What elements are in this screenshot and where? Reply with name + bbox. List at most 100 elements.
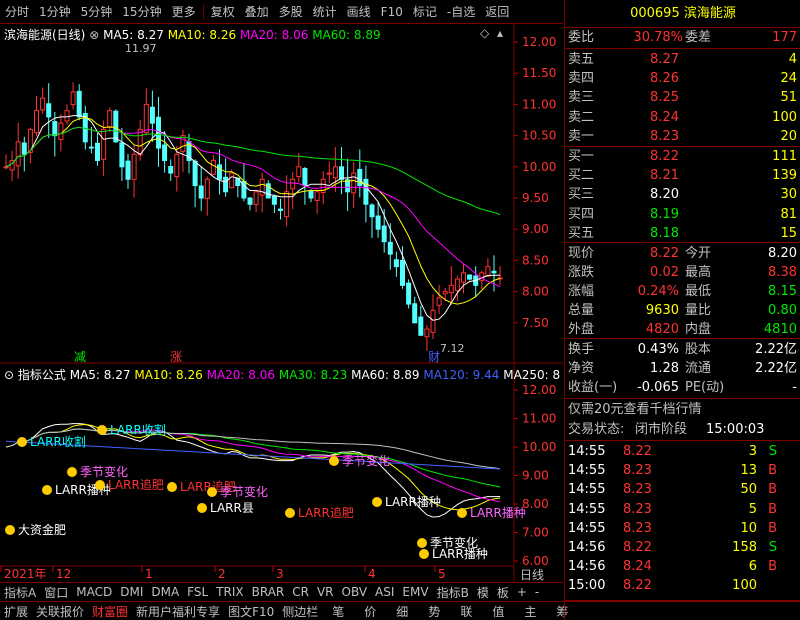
indicator-tab[interactable]: VR (313, 585, 338, 599)
event-marker: 财 (428, 350, 440, 364)
toolbar-item[interactable]: 1分钟 (34, 0, 76, 24)
toolbar-item[interactable]: 画线 (342, 0, 376, 24)
toolbar-item[interactable]: 返回 (480, 0, 514, 24)
signal-icon (95, 480, 105, 490)
candle-body (406, 282, 412, 305)
buys-row[interactable]: 买一 8.22 111 (565, 147, 800, 166)
toolbar-item[interactable]: 叠加 (240, 0, 274, 24)
toolbar-item[interactable]: 分时 (0, 0, 34, 24)
ind-arrow-icon[interactable]: ⊙ (4, 368, 14, 382)
kline-chart[interactable]: 12.00 11.50 11.00 10.50 10.00 9.50 9.00 8.50 8.0… (0, 24, 563, 364)
toolbar-item[interactable]: 标记 (408, 0, 442, 24)
candle-body (180, 135, 186, 152)
status-item[interactable]: 势 (418, 603, 450, 620)
status-item[interactable]: 值 (482, 603, 514, 620)
status-item[interactable]: 扩展 (0, 603, 32, 620)
chevron-icon[interactable]: ▴ (497, 26, 503, 40)
toolbar-item[interactable]: 5分钟 (76, 0, 118, 24)
diamond-icon[interactable]: ◇ (480, 26, 489, 40)
toolbar-item[interactable]: 多股 (274, 0, 308, 24)
stat2-label: 流通 (685, 361, 712, 376)
stat-row: 涨跌 0.02 最高 8.38 (565, 263, 800, 282)
ind-ma5: MA5: 8.27 (69, 368, 131, 382)
indicator-tab[interactable]: 窗口 (40, 584, 72, 601)
stat2-value: 0.43% (637, 342, 679, 357)
tick-row: 14:55 8.23 10 B (565, 519, 800, 538)
promo-text[interactable]: 仅需20元查看千档行情 (568, 400, 702, 419)
sells-row[interactable]: 卖一 8.23 20 (565, 127, 800, 146)
status-item[interactable]: 财富圈 (88, 603, 132, 620)
low-label: 7.12 (440, 342, 465, 355)
close-icon[interactable]: ⊗ (89, 28, 99, 42)
toolbar-item[interactable]: 15分钟 (117, 0, 166, 24)
candle-body (15, 141, 21, 167)
tick-side: S (768, 540, 777, 555)
sells-label: 卖四 (568, 71, 595, 87)
indicator-tab[interactable]: OBV (338, 585, 372, 599)
indicator-tab[interactable]: FSL (183, 585, 212, 599)
indicator-tab[interactable]: TRIX (212, 585, 247, 599)
ind-y-tick-label: 7.00 (522, 526, 549, 540)
toolbar-item[interactable]: 复权 (206, 0, 240, 24)
indicator-tab[interactable]: 板 (493, 584, 513, 601)
indicator-chart[interactable]: 12.0011.0010.009.008.007.006.00LARR收割LAR… (0, 364, 563, 582)
buys-label: 买三 (568, 187, 595, 203)
candle-body (448, 284, 454, 294)
signal-icon (67, 467, 77, 477)
buys-row[interactable]: 买四 8.19 81 (565, 205, 800, 224)
stat2-label: PE(动) (685, 380, 725, 395)
toolbar-item[interactable]: 更多 (167, 0, 201, 24)
stat2-label: 股本 (685, 342, 712, 357)
indicator-tab[interactable]: ASI (371, 585, 398, 599)
tick-side: B (768, 463, 777, 479)
status-item[interactable]: 图文F10 (224, 603, 278, 620)
ma20-label: MA20: 8.06 (239, 28, 309, 42)
indicator-tab[interactable]: CR (288, 585, 313, 599)
candle-body (119, 142, 125, 168)
sells-row[interactable]: 卖四 8.26 24 (565, 69, 800, 88)
buys-row[interactable]: 买二 8.21 139 (565, 166, 800, 185)
sells-row[interactable]: 卖三 8.25 51 (565, 88, 800, 107)
sells-row[interactable]: 卖五 8.27 4 (565, 50, 800, 69)
tick-time: 14:55 (568, 444, 606, 459)
indicator-tab[interactable]: - (531, 585, 543, 599)
indicator-tab[interactable]: 模 (473, 584, 493, 601)
candle-body (430, 309, 436, 333)
indicator-title[interactable]: 指标公式 (18, 368, 66, 382)
indicator-tab[interactable]: DMA (147, 585, 183, 599)
indicator-tab[interactable]: MACD (72, 585, 116, 599)
day-label[interactable]: 日线 (520, 566, 544, 583)
stat-label: 最高 (685, 265, 712, 280)
buys-row[interactable]: 买五 8.18 15 (565, 224, 800, 243)
toolbar-item[interactable]: -自选 (442, 0, 480, 24)
indicator-tab[interactable]: 指标B (433, 584, 473, 601)
chart-title-bar: 滨海能源(日线) ⊗ MA5: 8.27 MA10: 8.26 MA20: 8.… (4, 26, 381, 43)
status-item[interactable]: 侧边栏 (278, 603, 322, 620)
indicator-tab[interactable]: DMI (116, 585, 147, 599)
status-item[interactable]: 主 (514, 603, 546, 620)
indicator-tab[interactable]: + (513, 585, 531, 599)
indicator-tab[interactable]: EMV (398, 585, 432, 599)
status-item[interactable]: 价 (354, 603, 386, 620)
signal-label: 大资金肥 (18, 522, 66, 537)
tick-price: 8.23 (623, 520, 652, 536)
status-item[interactable]: 笔 (322, 603, 354, 620)
tick-price: 8.22 (623, 578, 652, 594)
promo-row[interactable]: 仅需20元查看千档行情 (565, 400, 800, 419)
status-item[interactable]: 细 (386, 603, 418, 620)
tick-row: 14:55 8.23 13 B (565, 461, 800, 480)
toolbar-item[interactable]: F10 (376, 0, 408, 24)
toolbar-item[interactable]: 统计 (308, 0, 342, 24)
candle-body (70, 91, 76, 106)
tick-row: 14:56 8.22 158 S (565, 538, 800, 557)
status-item[interactable]: 联 (450, 603, 482, 620)
y-tick-label: 8.00 (522, 285, 549, 299)
buys-row[interactable]: 买三 8.20 30 (565, 185, 800, 204)
sells-row[interactable]: 卖二 8.24 100 (565, 108, 800, 127)
indicator-tab[interactable]: BRAR (248, 585, 289, 599)
indicator-tab[interactable]: 指标A (0, 584, 40, 601)
status-item[interactable]: 关联报价 (32, 603, 88, 620)
status-item[interactable]: 新用户福利专享 (132, 603, 224, 620)
stat2-value: - (792, 380, 797, 395)
tick-volume: 6 (748, 559, 757, 575)
